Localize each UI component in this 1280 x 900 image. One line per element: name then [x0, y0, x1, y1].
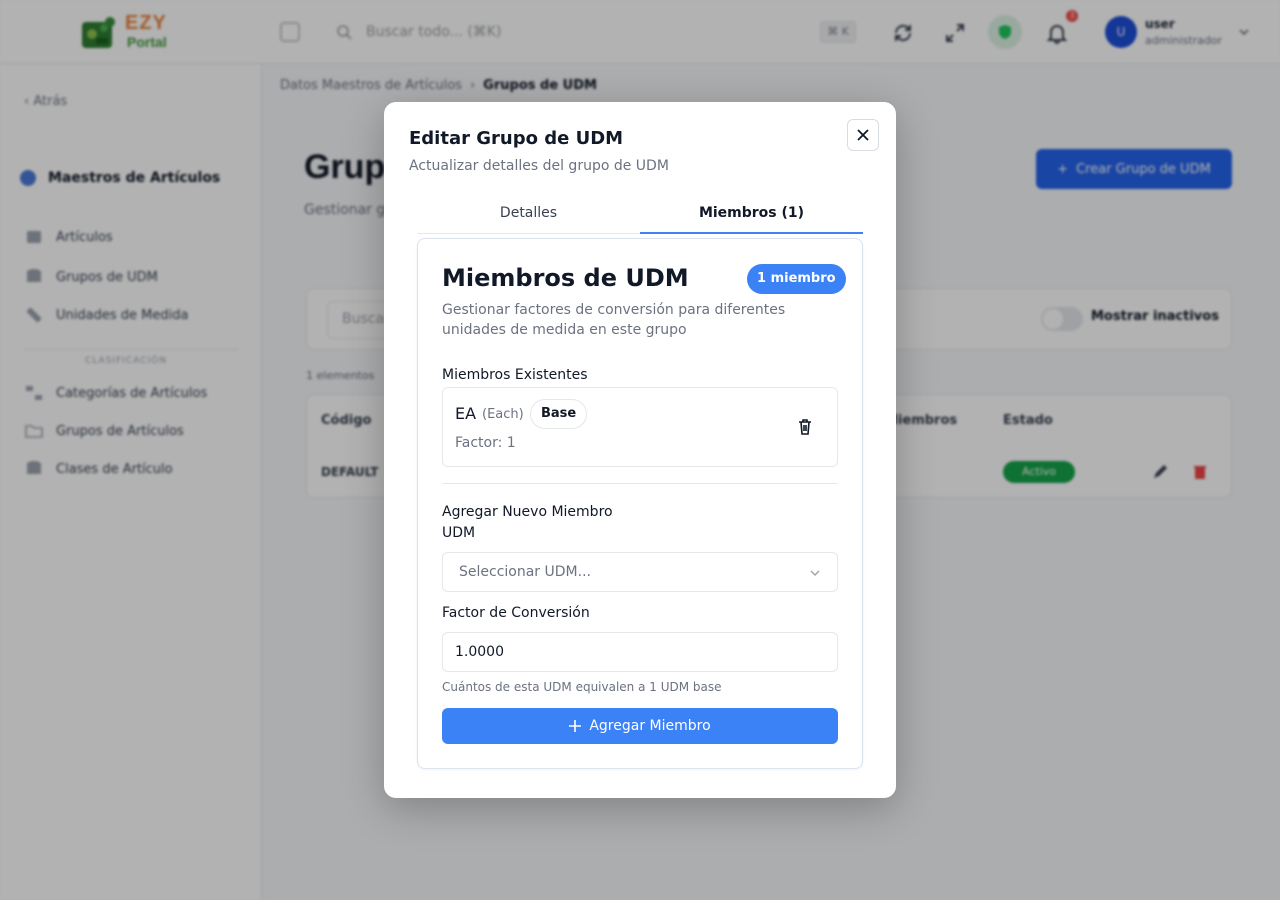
member-name: (Each): [482, 407, 524, 422]
card-description: Gestionar factores de conversión para di…: [442, 302, 786, 338]
member-count-badge: 1 miembro: [747, 264, 846, 294]
add-member-button[interactable]: Agregar Miembro: [442, 708, 838, 744]
plus-icon: [569, 720, 582, 732]
edit-uom-group-dialog: Editar Grupo de UDM Actualizar detalles …: [384, 102, 896, 798]
dialog-description: Actualizar detalles del grupo de UDM: [409, 158, 669, 174]
existing-members-label: Miembros Existentes: [442, 367, 588, 383]
member-factor: Factor: 1: [455, 435, 516, 451]
add-member-label: Agregar Miembro: [589, 718, 711, 734]
tab-detalles[interactable]: Detalles: [417, 198, 640, 234]
conversion-factor-hint: Cuántos de esta UDM equivalen a 1 UDM ba…: [442, 680, 722, 694]
tab-miembros[interactable]: Miembros (1): [640, 198, 863, 234]
conversion-factor-input[interactable]: 1.0000: [442, 632, 838, 672]
member-item: EA (Each) Base Factor: 1: [442, 387, 838, 467]
chevron-down-icon: [810, 570, 820, 576]
section-divider: [442, 483, 838, 484]
member-code: EA: [455, 404, 477, 423]
close-icon: [857, 129, 869, 141]
uom-field-label: UDM: [442, 525, 476, 541]
uom-select-placeholder: Seleccionar UDM...: [459, 564, 591, 580]
add-member-heading: Agregar Nuevo Miembro: [442, 504, 613, 520]
close-button[interactable]: [847, 119, 879, 151]
base-badge: Base: [530, 399, 588, 429]
card-title: Miembros de UDM: [442, 264, 689, 292]
uom-members-card: Miembros de UDM 1 miembro Gestionar fact…: [417, 238, 863, 769]
conversion-factor-label: Factor de Conversión: [442, 605, 590, 621]
uom-select[interactable]: Seleccionar UDM...: [442, 552, 838, 592]
dialog-title: Editar Grupo de UDM: [409, 128, 624, 149]
trash-icon[interactable]: [794, 416, 816, 438]
dialog-tabs: Detalles Miembros (1): [417, 198, 863, 234]
